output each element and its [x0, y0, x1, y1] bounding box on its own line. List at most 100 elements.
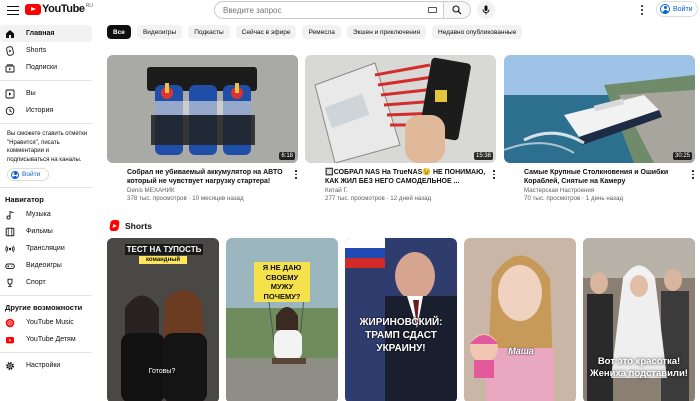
sidebar-signin-button[interactable]: Войти: [7, 168, 49, 181]
youtube-play-icon: [25, 3, 41, 15]
sidebar-item-settings[interactable]: Настройки: [0, 357, 92, 374]
sidebar-item-label: Главная: [26, 30, 55, 37]
account-icon: [11, 170, 19, 179]
youtube-music-icon: [5, 318, 15, 328]
chip-all[interactable]: Все: [107, 25, 131, 39]
signin-button[interactable]: Войти: [656, 1, 698, 17]
short-caption-bottom: Готовы?: [148, 368, 176, 375]
sidebar-item-live[interactable]: Трансляции: [0, 240, 92, 257]
short-caption: Я НЕ ДАЮ СВОЕМУ МУЖУ ПОЧЕМУ?: [254, 262, 310, 302]
short-card[interactable]: ТЕСТ НА ТУПОСТЬ командный Готовы?: [107, 238, 219, 401]
video-thumbnail[interactable]: 30:25: [504, 55, 695, 163]
more-features-heading: Другие возможности: [5, 303, 83, 312]
video-meta: 70 тыс. просмотров · 1 день назад: [524, 195, 624, 202]
sidebar-item-home[interactable]: Главная: [0, 25, 92, 42]
short-card[interactable]: Вот это красотка! Жениха подставили!: [583, 238, 695, 401]
video-card[interactable]: 30:25 Самые Крупные Столкновения и Ошибк…: [504, 55, 695, 203]
chip-live[interactable]: Сейчас в эфире: [235, 25, 297, 39]
divider: [0, 80, 92, 81]
divider: [0, 352, 92, 353]
chip-action-adventure[interactable]: Экшен и приключения: [346, 25, 426, 39]
search-box[interactable]: [214, 1, 444, 19]
video-menu-icon[interactable]: [492, 170, 496, 179]
video-title[interactable]: Самые Крупные Столкновения и Ошибки Кора…: [524, 168, 687, 186]
account-icon: [660, 4, 670, 14]
shorts-heading: Shorts: [125, 220, 152, 231]
sidebar-item-subscriptions[interactable]: Подписки: [0, 59, 92, 76]
sidebar-item-shorts[interactable]: Shorts: [0, 42, 92, 59]
short-caption-sub: командный: [139, 256, 187, 264]
video-duration: 15:38: [473, 152, 493, 160]
video-thumbnail[interactable]: 15:38: [305, 55, 496, 163]
settings-menu-icon[interactable]: [637, 4, 647, 16]
divider: [0, 295, 92, 296]
sidebar-item-music[interactable]: Музыка: [0, 206, 92, 223]
home-icon: [5, 29, 15, 39]
youtube-kids-icon: [5, 335, 15, 345]
video-card[interactable]: 15:38 🔲СОБРАЛ NAS На TrueNAS😉 НЕ ПОНИМАЮ…: [305, 55, 496, 203]
sidebar-item-gaming[interactable]: Видеоигры: [0, 257, 92, 274]
sidebar-item-label: Подписки: [26, 64, 58, 71]
video-menu-icon[interactable]: [294, 170, 298, 179]
video-title[interactable]: Собрал не убиваемый аккумулятор на АВТО …: [127, 168, 290, 186]
short-card[interactable]: Маша: [464, 238, 576, 401]
sidebar-item-label: Настройки: [26, 362, 61, 369]
subscriptions-icon: [5, 63, 15, 73]
battery-thumbnail-art: [107, 55, 298, 163]
nas-thumbnail-art: [305, 55, 496, 163]
shorts-section-header: Shorts: [109, 220, 152, 231]
short-caption: ЖИРИНОВСКИЙ: ТРАМП СДАСТ УКРАИНУ!: [359, 317, 443, 354]
channel-name[interactable]: Мастерская Настроения: [524, 187, 687, 195]
short-caption: Вот это красотка! Жениха подставили!: [590, 356, 688, 379]
sidebar-item-label: YouTube Детям: [26, 336, 76, 343]
you-icon: [5, 89, 15, 99]
sidebar-item-youtube-kids[interactable]: YouTube Детям: [0, 331, 92, 348]
short-caption: ТЕСТ НА ТУПОСТЬ: [125, 244, 203, 255]
voice-search-button[interactable]: [477, 1, 495, 19]
chip-crafts[interactable]: Ремесла: [302, 25, 341, 39]
video-menu-icon[interactable]: [691, 170, 695, 179]
sidebar-item-youtube-music[interactable]: YouTube Music: [0, 314, 92, 331]
sidebar-item-movies[interactable]: Фильмы: [0, 223, 92, 240]
signin-label: Войти: [673, 5, 693, 13]
keyboard-icon[interactable]: [428, 7, 437, 13]
navigator-heading: Навигатор: [5, 195, 44, 204]
short-thumbnail-art: [464, 238, 576, 401]
channel-name[interactable]: Китай Г.: [325, 187, 488, 195]
shorts-logo-icon: [109, 220, 120, 231]
gear-icon: [5, 361, 15, 371]
signin-label: Войти: [22, 171, 41, 178]
sidebar-item-label: Фильмы: [26, 228, 53, 235]
channel-name[interactable]: Denis МЕХАНИК: [127, 187, 290, 195]
sidebar-item-label: Вы: [26, 90, 36, 97]
video-card[interactable]: 6:18 Собрал не убиваемый аккумулятор на …: [107, 55, 298, 203]
short-card[interactable]: Я НЕ ДАЮ СВОЕМУ МУЖУ ПОЧЕМУ?: [226, 238, 338, 401]
sidebar-item-label: Трансляции: [26, 245, 65, 252]
logo-region: RU: [85, 3, 93, 9]
sidebar-item-history[interactable]: История: [0, 102, 92, 119]
short-card[interactable]: ЖИРИНОВСКИЙ: ТРАМП СДАСТ УКРАИНУ!: [345, 238, 457, 401]
menu-icon[interactable]: [6, 3, 20, 17]
video-thumbnail[interactable]: 6:18: [107, 55, 298, 163]
video-meta: 378 тыс. просмотров · 10 месяцев назад: [127, 195, 244, 202]
video-meta: 277 тыс. просмотров · 12 дней назад: [325, 195, 432, 202]
youtube-logo[interactable]: YouTube RU: [25, 3, 93, 15]
search-input[interactable]: [223, 5, 413, 15]
sidebar-item-label: Спорт: [26, 279, 46, 286]
chip-recently-uploaded[interactable]: Недавно опубликованные: [432, 25, 523, 39]
history-icon: [5, 106, 15, 116]
sidebar-item-label: YouTube Music: [26, 319, 74, 326]
live-icon: [5, 244, 15, 254]
divider: [0, 123, 92, 124]
video-title[interactable]: 🔲СОБРАЛ NAS На TrueNAS😉 НЕ ПОНИМАЮ, КАК …: [325, 168, 488, 186]
signin-prompt-text: Вы сможете ставить отметки "Нравится", п…: [7, 131, 88, 163]
chip-podcasts[interactable]: Подкасты: [188, 25, 230, 39]
sidebar-item-you[interactable]: Вы: [0, 85, 92, 102]
sidebar-item-label: Видеоигры: [26, 262, 62, 269]
chip-gaming[interactable]: Видеоигры: [136, 25, 183, 39]
search-button[interactable]: [443, 1, 471, 19]
ship-thumbnail-art: [504, 55, 695, 163]
sidebar-item-sport[interactable]: Спорт: [0, 274, 92, 291]
search-icon: [452, 5, 462, 15]
sidebar-item-label: Музыка: [26, 211, 51, 218]
